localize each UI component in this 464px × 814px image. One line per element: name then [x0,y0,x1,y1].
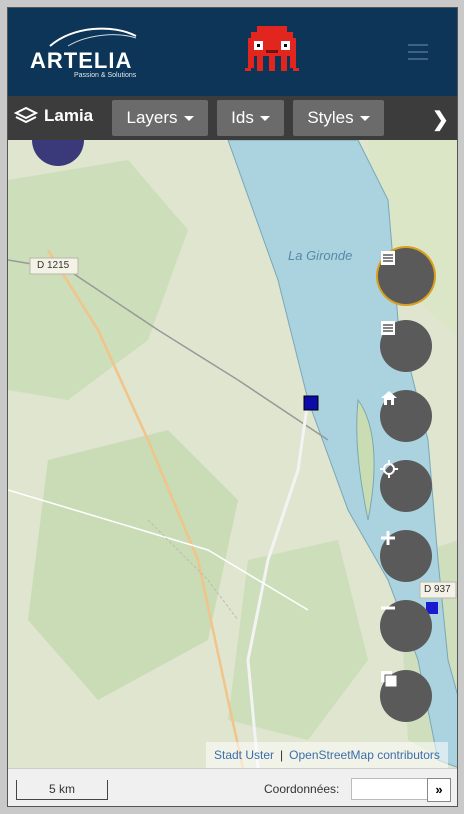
ids-label: Ids [231,108,254,127]
basemap-button[interactable] [380,670,432,722]
ids-dropdown-button[interactable]: Ids [217,100,284,136]
coordinates-label: Coordonnées: [264,782,340,796]
caret-down-icon [183,115,194,121]
home-button[interactable] [380,390,432,442]
layers-square-icon [381,671,398,688]
logo-swoosh-icon [49,27,137,47]
road-label-d1215: D 1215 [37,260,70,271]
legend-button-2[interactable] [380,320,432,372]
main-toolbar: Lamia Layers Ids Styles ❯ [8,96,457,140]
coordinates-input[interactable] [351,778,429,800]
red-octopus-icon [245,26,299,71]
app-header: ARTELIA Passion & Solutions [8,8,457,96]
brand-label: Lamia [44,106,94,125]
legend-button-1[interactable] [380,250,432,302]
logo-tagline: Passion & Solutions [74,72,137,79]
list-icon [381,251,395,265]
layers-stack-icon [14,106,38,124]
styles-label: Styles [307,108,354,127]
attribution-link-osm[interactable]: OpenStreetMap contributors [289,748,440,762]
app-frame: ARTELIA Passion & Solutions Lamia Layers… [7,7,458,807]
attribution-link-uster[interactable]: Stadt Uster [214,748,274,762]
road-label-d937: D 937 [424,584,451,595]
map-view[interactable]: D 1215 D 937 La Gironde Stadt Uster | Op… [8,140,457,768]
locate-button[interactable] [380,460,432,512]
river-label: La Gironde [288,248,353,263]
map-footer: 5 km Coordonnées: » [8,768,457,806]
styles-dropdown-button[interactable]: Styles [293,100,384,136]
minus-icon [381,606,395,610]
chevron-right-icon[interactable]: ❯ [432,107,449,132]
plus-icon [381,531,395,545]
crosshair-icon [380,460,398,478]
map-attribution: Stadt Uster | OpenStreetMap contributors [206,742,448,768]
layers-label: Layers [126,108,178,127]
caret-down-icon [359,115,370,121]
caret-down-icon [259,115,270,121]
scale-bar: 5 km [16,780,108,800]
attribution-separator: | [280,748,284,762]
zoom-out-button[interactable] [380,600,432,652]
coordinates-go-button[interactable]: » [427,778,451,802]
logo-name: ARTELIA [30,48,133,73]
layers-dropdown-button[interactable]: Layers [112,100,208,136]
map-feature-marker [303,395,319,411]
home-icon [381,391,397,405]
zoom-in-button[interactable] [380,530,432,582]
hamburger-menu-icon[interactable] [408,44,428,60]
list-icon [381,321,395,335]
brand-button[interactable]: Lamia [14,106,93,126]
